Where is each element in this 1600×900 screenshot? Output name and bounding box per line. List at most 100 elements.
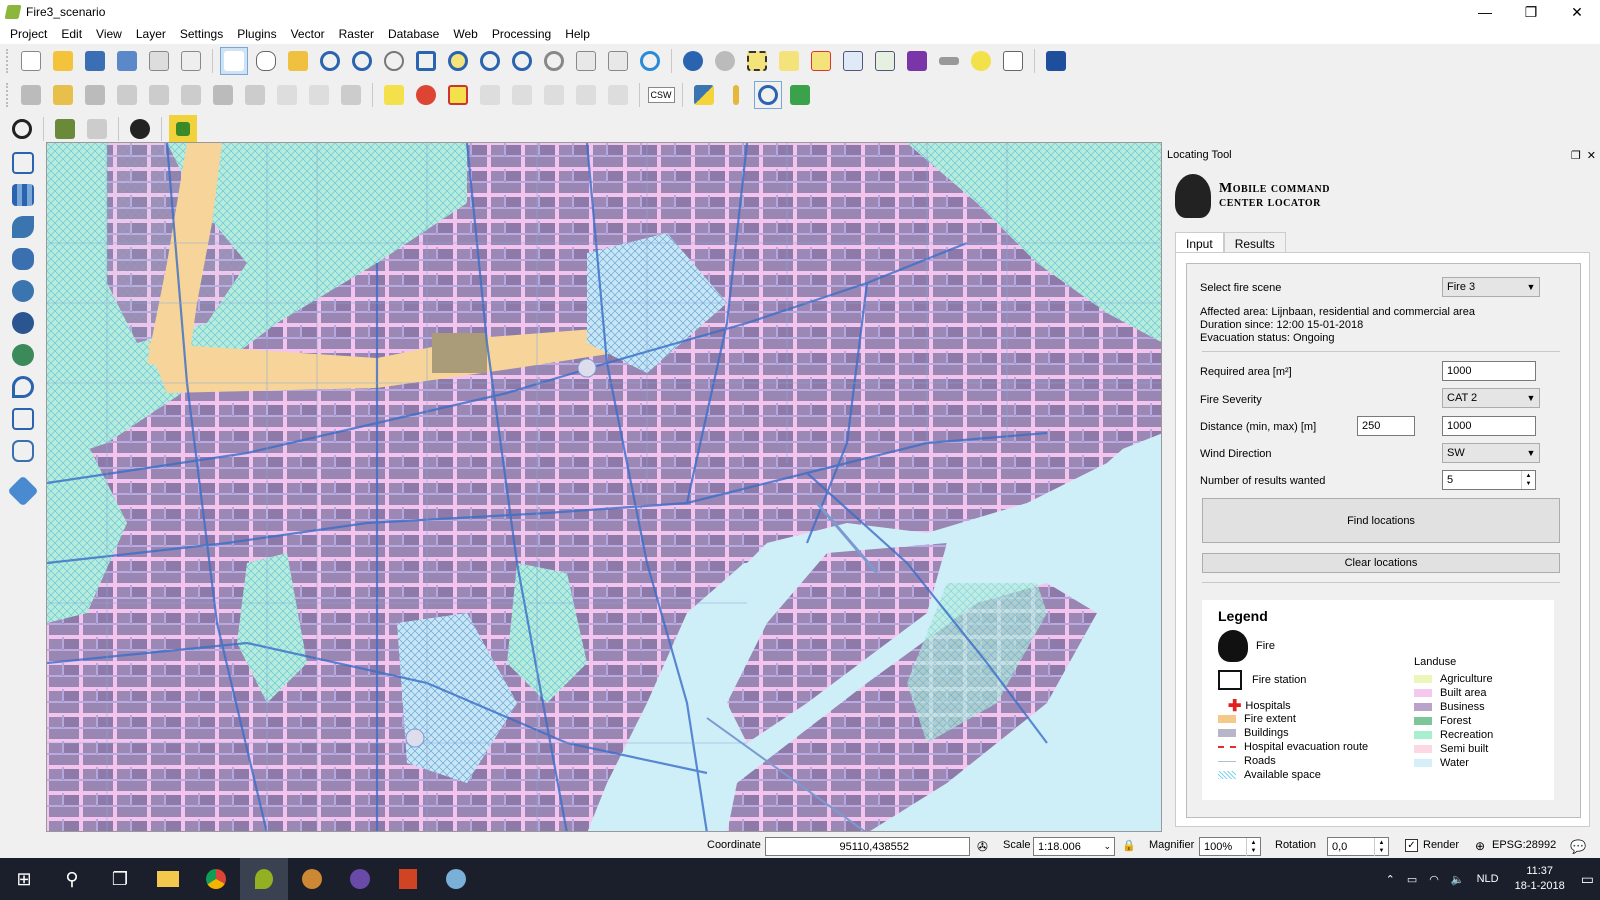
qgis-taskbar-item[interactable]	[240, 858, 288, 900]
close-button[interactable]: ✕	[1554, 0, 1600, 24]
required-area-input[interactable]: 1000	[1442, 361, 1536, 381]
menu-project[interactable]: Project	[3, 27, 54, 41]
attribute-table-button[interactable]	[839, 47, 867, 75]
clear-locations-button[interactable]: Clear locations	[1202, 553, 1560, 573]
diagram-button[interactable]	[412, 81, 440, 109]
menu-edit[interactable]: Edit	[54, 27, 89, 41]
map-tips-button[interactable]	[967, 47, 995, 75]
bookmark-button[interactable]	[604, 47, 632, 75]
volume-icon[interactable]: 🔈	[1451, 873, 1465, 886]
powerpoint-taskbar-item[interactable]	[384, 858, 432, 900]
report-button[interactable]	[83, 115, 111, 143]
toolbar-handle[interactable]	[6, 83, 11, 107]
chrome-taskbar-item[interactable]	[192, 858, 240, 900]
add-wms-layer-button[interactable]	[6, 276, 40, 306]
undo-button[interactable]	[337, 81, 365, 109]
menu-processing[interactable]: Processing	[485, 27, 558, 41]
lock-scale-icon[interactable]: 🔒	[1122, 839, 1136, 852]
find-locations-button[interactable]: Find locations	[1202, 498, 1560, 543]
scale-combo[interactable]: 1:18.006 ⌄	[1033, 837, 1115, 856]
measure-button[interactable]	[935, 47, 963, 75]
open-project-button[interactable]	[49, 47, 77, 75]
pan-to-selection-button[interactable]	[284, 47, 312, 75]
menu-view[interactable]: View	[89, 27, 129, 41]
identify-button[interactable]	[679, 47, 707, 75]
distance-min-input[interactable]: 250	[1357, 416, 1415, 436]
save-as-button[interactable]	[113, 47, 141, 75]
vertex-tool-button[interactable]	[177, 81, 205, 109]
save-project-button[interactable]	[81, 47, 109, 75]
select-features-button[interactable]	[743, 47, 771, 75]
new-map-view-button[interactable]	[572, 47, 600, 75]
wifi-icon[interactable]: ◠	[1429, 873, 1439, 886]
add-wcs-layer-button[interactable]	[6, 340, 40, 370]
show-hide-labels-button[interactable]	[508, 81, 536, 109]
layout-manager-button[interactable]	[177, 47, 205, 75]
toggle-editing-button[interactable]	[49, 81, 77, 109]
task-view-button[interactable]: ❐	[96, 858, 144, 900]
add-delimited-text-button[interactable]	[6, 372, 40, 402]
zoom-in-button[interactable]	[316, 47, 344, 75]
add-raster-layer-button[interactable]	[6, 180, 40, 210]
current-edits-button[interactable]	[17, 81, 45, 109]
copy-features-button[interactable]	[273, 81, 301, 109]
map-canvas[interactable]	[46, 142, 1162, 832]
select-by-value-button[interactable]	[775, 47, 803, 75]
pan-button[interactable]	[252, 47, 280, 75]
close-panel-icon[interactable]: ✕	[1587, 150, 1596, 162]
zoom-out-button[interactable]	[348, 47, 376, 75]
float-panel-icon[interactable]: ❐	[1571, 150, 1581, 162]
magnifier-spinbox[interactable]: 100% ▲ ▼	[1199, 837, 1261, 856]
statistics-button[interactable]	[871, 47, 899, 75]
map-render[interactable]	[47, 143, 1162, 832]
battery-icon[interactable]: ▭	[1407, 873, 1417, 886]
menu-help[interactable]: Help	[558, 27, 597, 41]
mouse-coordinate-icon[interactable]: ✇	[977, 839, 988, 855]
notifications-icon[interactable]: ▭	[1581, 871, 1594, 888]
language-indicator[interactable]: NLD	[1477, 873, 1499, 885]
add-vector-layer-button[interactable]	[6, 148, 40, 178]
help-button[interactable]	[1042, 47, 1070, 75]
distance-max-input[interactable]: 1000	[1442, 416, 1536, 436]
maximize-button[interactable]: ❐	[1508, 0, 1554, 24]
zoom-selection-button[interactable]	[444, 47, 472, 75]
georeferencer-button[interactable]	[722, 81, 750, 109]
render-checkbox[interactable]: ✓	[1405, 839, 1418, 852]
chevron-up-icon[interactable]: ⌃	[1386, 873, 1395, 886]
paste-features-button[interactable]	[305, 81, 333, 109]
add-postgis-layer-button[interactable]	[6, 244, 40, 274]
green-plugin-button[interactable]	[169, 115, 197, 143]
change-label-button[interactable]	[604, 81, 632, 109]
fire-severity-select[interactable]: CAT 2 ▼	[1442, 388, 1540, 408]
spin-arrows-icon[interactable]: ▲ ▼	[1521, 471, 1535, 489]
menu-plugins[interactable]: Plugins	[230, 27, 283, 41]
move-label-button[interactable]	[540, 81, 568, 109]
crs-status[interactable]: EPSG:28992	[1492, 839, 1556, 851]
toolbar-handle[interactable]	[6, 49, 11, 73]
menu-database[interactable]: Database	[381, 27, 446, 41]
delete-selected-button[interactable]	[209, 81, 237, 109]
new-shapefile-button[interactable]	[6, 436, 40, 466]
highlight-labels-button[interactable]	[444, 81, 472, 109]
add-virtual-layer-button[interactable]	[6, 404, 40, 434]
add-wfs-layer-button[interactable]	[6, 308, 40, 338]
refresh-button[interactable]	[636, 47, 664, 75]
new-project-button[interactable]	[17, 47, 45, 75]
qgis-browser-taskbar-item[interactable]	[432, 858, 480, 900]
text-annotation-button[interactable]	[999, 47, 1027, 75]
app-taskbar-item-2[interactable]	[336, 858, 384, 900]
menu-layer[interactable]: Layer	[129, 27, 173, 41]
rotate-label-button[interactable]	[572, 81, 600, 109]
plugin-reloader-button[interactable]	[754, 81, 782, 109]
messages-icon[interactable]: 💬	[1570, 839, 1586, 855]
zoom-next-button[interactable]	[540, 47, 568, 75]
menu-raster[interactable]: Raster	[332, 27, 381, 41]
add-feature-button[interactable]	[113, 81, 141, 109]
clock[interactable]: 11:37 18-1-2018	[1515, 864, 1565, 894]
start-button[interactable]: ⊞	[0, 858, 48, 900]
pin-labels-button[interactable]	[476, 81, 504, 109]
python-console-button[interactable]	[690, 81, 718, 109]
wind-direction-select[interactable]: SW ▼	[1442, 443, 1540, 463]
zoom-full-button[interactable]	[412, 47, 440, 75]
csw-button[interactable]: CSW	[647, 81, 675, 109]
